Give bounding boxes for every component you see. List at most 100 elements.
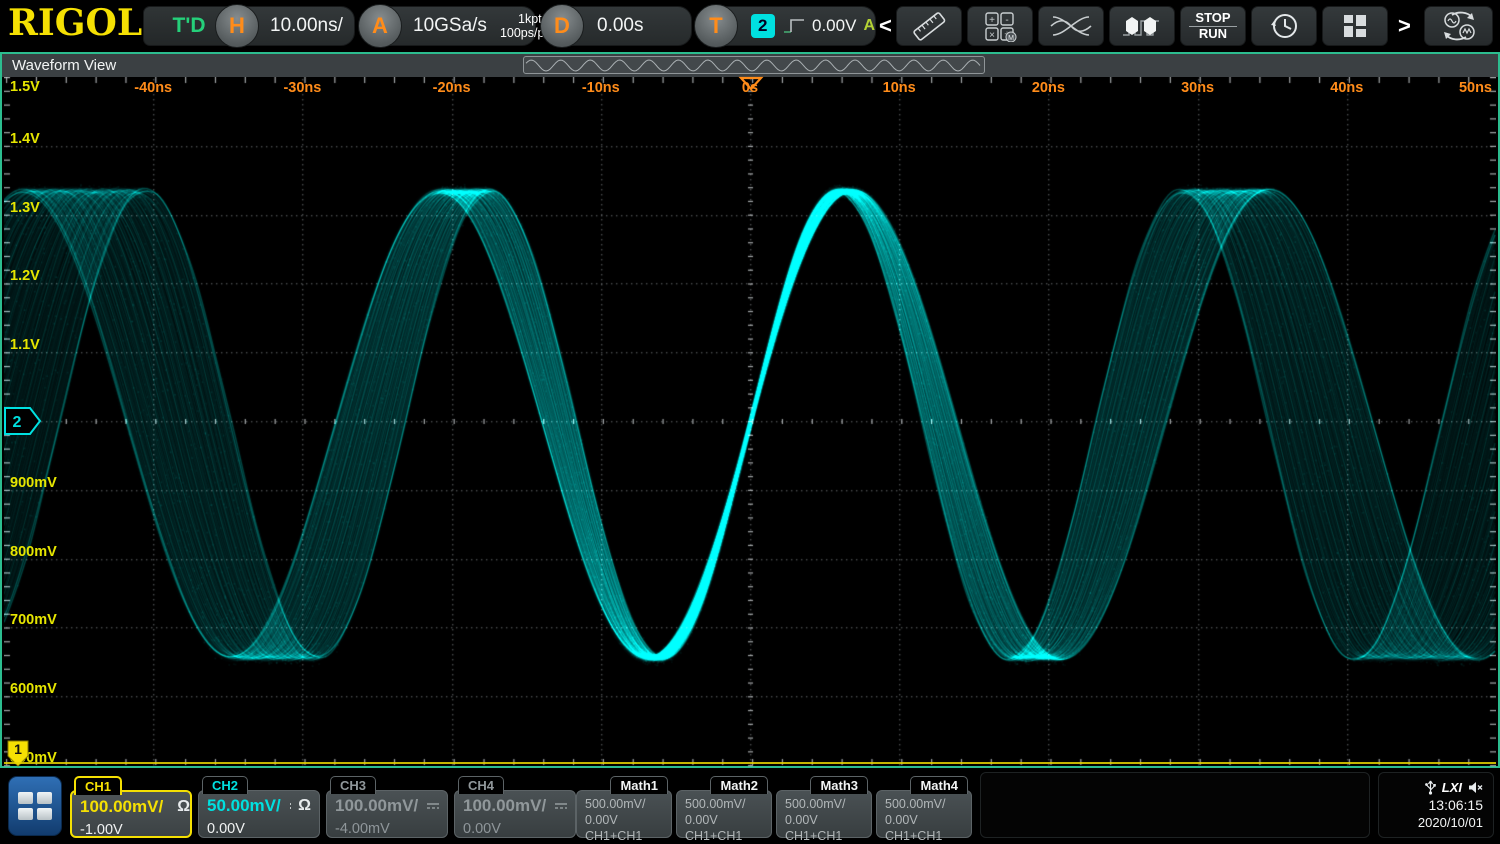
trigger-mode-label: A: [863, 17, 875, 35]
status-indicator-icons: LXI: [1425, 780, 1483, 795]
math-expression: CH1+CH1: [785, 828, 863, 844]
timebase-overview-bar[interactable]: [523, 56, 985, 74]
dc-coupling-icon: [425, 800, 439, 812]
time-label: 50ns: [1459, 80, 1492, 96]
channel2-marker-label: 2: [13, 414, 22, 431]
voltage-label: 1.5V: [10, 79, 40, 95]
channel-offset-value: 0.00V: [207, 821, 311, 837]
channel-scale-value: 100.00mV/: [463, 796, 546, 816]
time-label: -30ns: [283, 80, 321, 96]
dc-coupling-icon: [553, 800, 567, 812]
stop-label: STOP: [1189, 11, 1236, 26]
dc-coupling-icon: [288, 800, 291, 812]
math-card-math1[interactable]: Math1500.00mV/0.00VCH1+CH1: [576, 776, 672, 838]
rigol-logo: RIGOL: [8, 2, 142, 44]
histogram-tool-button[interactable]: [1109, 6, 1175, 46]
voltage-label: 1.2V: [10, 268, 40, 284]
math-tool-button[interactable]: + - × ÷ M: [967, 6, 1033, 46]
waveform-plot-area[interactable]: -40ns-30ns-20ns-10ns0s10ns20ns30ns40ns50…: [4, 77, 1496, 767]
trigger-position-marker[interactable]: [738, 76, 764, 92]
math-card-math4[interactable]: Math4500.00mV/0.00VCH1+CH1: [876, 776, 972, 838]
channel2-position-marker[interactable]: 2: [4, 407, 42, 435]
voltage-label: 900mV: [10, 475, 57, 491]
channel-offset-value: 0.00V: [463, 821, 567, 837]
history-tool-button[interactable]: [1251, 6, 1317, 46]
acquire-key[interactable]: A: [358, 4, 402, 48]
trigger-settings-button[interactable]: 2 0.00V A: [716, 6, 876, 46]
time-label: 40ns: [1330, 80, 1363, 96]
channel-card-ch4[interactable]: CH4100.00mV/0.00V: [454, 776, 576, 838]
stop-run-button[interactable]: STOP RUN: [1180, 6, 1246, 46]
math-tab-math1[interactable]: Math1: [610, 776, 668, 794]
math-card-body: 500.00mV/0.00VCH1+CH1: [876, 790, 972, 838]
channel-tab-ch2[interactable]: CH2: [202, 776, 248, 794]
channel1-marker-label: 1: [14, 741, 22, 757]
trigger-status-label: T'D: [173, 14, 206, 38]
channel-card-body: 100.00mV/Ω-1.00V: [70, 790, 192, 838]
math-offset-value: 0.00V: [885, 812, 963, 828]
waveform-canvas[interactable]: [4, 77, 1496, 767]
overview-sine-icon: [524, 57, 984, 73]
histogram-icon: [1120, 11, 1164, 41]
math-tab-math2[interactable]: Math2: [710, 776, 768, 794]
horizontal-key[interactable]: H: [215, 4, 259, 48]
run-label: RUN: [1199, 27, 1227, 41]
message-panel: [980, 772, 1370, 838]
channel-card-body: 100.00mV/ -4.00mV: [326, 790, 448, 838]
channel-card-ch3[interactable]: CH3 100.00mV/ -4.00mV: [326, 776, 448, 838]
voltage-label: 1.1V: [10, 337, 40, 353]
math-card-body: 500.00mV/0.00VCH1+CH1: [776, 790, 872, 838]
channel-scale-value: 50.00mV/: [207, 796, 281, 816]
math-tab-math3[interactable]: Math3: [810, 776, 868, 794]
channel-tab-ch4[interactable]: CH4: [458, 776, 504, 794]
math-card-math3[interactable]: Math3500.00mV/0.00VCH1+CH1: [776, 776, 872, 838]
trigger-key[interactable]: T: [694, 4, 738, 48]
channel-card-body: 100.00mV/0.00V: [454, 790, 576, 838]
channel-tab-ch3[interactable]: CH3: [330, 776, 376, 794]
trigger-slope-rising-icon: [782, 16, 806, 36]
delay-key[interactable]: D: [540, 4, 584, 48]
view-swap-icon: [1438, 8, 1480, 44]
horizontal-key-label: H: [229, 13, 245, 39]
channel-card-ch1[interactable]: CH1100.00mV/Ω-1.00V: [70, 776, 192, 838]
history-clock-icon: [1267, 10, 1301, 42]
menu-grid-icon: [18, 792, 52, 820]
channel-tab-ch1[interactable]: CH1: [74, 776, 122, 795]
clock-panel: LXI 13:06:15 2020/10/01: [1378, 772, 1494, 838]
time-label: 20ns: [1032, 80, 1065, 96]
windows-tool-button[interactable]: [1322, 6, 1388, 46]
channel-card-ch2[interactable]: CH250.00mV/Ω0.00V: [198, 776, 320, 838]
math-card-body: 500.00mV/0.00VCH1+CH1: [676, 790, 772, 838]
math-scale-value: 500.00mV/: [685, 796, 763, 812]
toolbar-scroll-right[interactable]: >: [1398, 13, 1411, 39]
top-bar: RIGOL T'D H 10.00ns/ A 10GSa/s 1kpts 100…: [0, 0, 1500, 52]
math-card-body: 500.00mV/0.00VCH1+CH1: [576, 790, 672, 838]
windows-grid-icon: [1340, 11, 1370, 41]
trigger-level-value: 0.00V: [812, 16, 856, 36]
channel-offset-value: -4.00mV: [335, 821, 439, 837]
eye-diagram-icon: [1049, 13, 1093, 39]
toolbar-scroll-left[interactable]: <: [879, 13, 892, 39]
math-card-math2[interactable]: Math2500.00mV/0.00VCH1+CH1: [676, 776, 772, 838]
math-expression: CH1+CH1: [685, 828, 763, 844]
waveform-view-title: Waveform View: [12, 57, 116, 74]
channel-scale-value: 100.00mV/: [335, 796, 418, 816]
eye-jitter-tool-button[interactable]: [1038, 6, 1104, 46]
lxi-indicator: LXI: [1442, 780, 1462, 795]
acquire-key-label: A: [372, 13, 388, 39]
time-label: -40ns: [134, 80, 172, 96]
time-label: -20ns: [433, 80, 471, 96]
trigger-source-badge: 2: [751, 14, 775, 38]
menu-grid-button[interactable]: [8, 776, 62, 836]
math-operators-icon: + - × ÷ M: [983, 10, 1017, 42]
math-tab-math4[interactable]: Math4: [910, 776, 968, 794]
channel-card-body: 50.00mV/Ω0.00V: [198, 790, 320, 838]
measure-tool-button[interactable]: [896, 6, 962, 46]
utility-swap-button[interactable]: [1424, 6, 1493, 46]
voltage-label: 600mV: [10, 681, 57, 697]
math-offset-value: 0.00V: [785, 812, 863, 828]
acquire-button[interactable]: 10GSa/s 1kpts 100ps/pt: [380, 6, 536, 46]
svg-text:-: -: [1005, 15, 1008, 26]
svg-text:+: +: [989, 15, 995, 26]
channel-scale-value: 100.00mV/: [80, 797, 163, 817]
